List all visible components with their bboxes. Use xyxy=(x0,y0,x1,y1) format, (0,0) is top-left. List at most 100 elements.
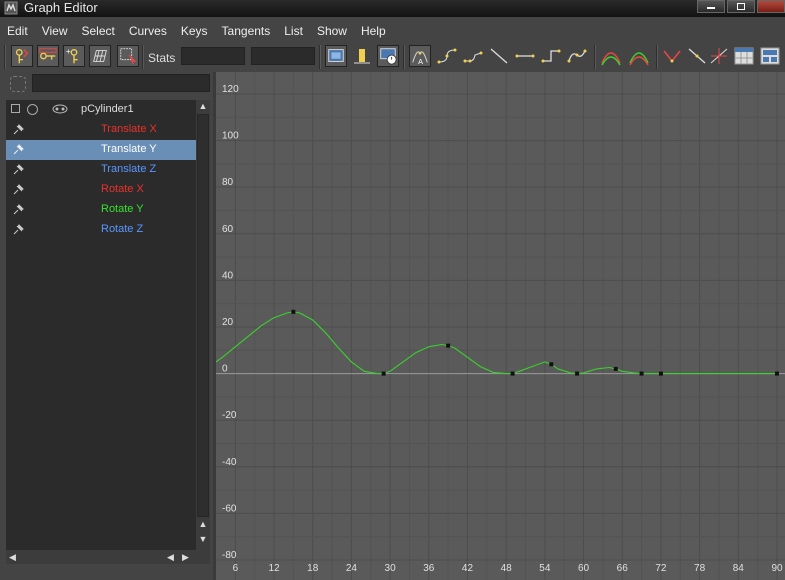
outliner-horizontal-scrollbar[interactable]: ◀ ◀ ▶ xyxy=(6,550,210,564)
title-bar: Graph Editor xyxy=(0,0,785,17)
insert-keys-tool-icon[interactable] xyxy=(37,45,59,67)
outliner-list: pCylinder1 Translate X Translate Y Trans… xyxy=(6,100,196,563)
pin-icon[interactable] xyxy=(12,163,25,176)
step-tangent-icon[interactable] xyxy=(540,45,562,67)
x-tick-label: 78 xyxy=(694,563,706,574)
stats-value-field[interactable] xyxy=(181,47,245,65)
keyframe[interactable] xyxy=(549,362,554,367)
menu-list[interactable]: List xyxy=(277,21,310,41)
keyframe[interactable] xyxy=(291,309,296,314)
scroll-down-icon[interactable]: ▼ xyxy=(196,533,210,546)
toolbar-grip xyxy=(4,45,6,69)
menu-select[interactable]: Select xyxy=(74,21,121,41)
y-tick-label: -20 xyxy=(222,410,237,421)
expand-icon[interactable] xyxy=(11,104,20,113)
channel-row-translate-z[interactable]: Translate Z xyxy=(6,160,196,180)
pin-icon[interactable] xyxy=(12,123,25,136)
x-tick-label: 60 xyxy=(578,563,590,574)
channel-row-rotate-z[interactable]: Rotate Z xyxy=(6,220,196,240)
stats-label: Stats xyxy=(148,51,176,65)
free-tangent-weight-icon[interactable] xyxy=(708,45,730,67)
trax-editor-icon[interactable] xyxy=(759,45,781,67)
keyframe[interactable] xyxy=(639,371,644,376)
menu-curves[interactable]: Curves xyxy=(122,21,174,41)
channel-row-translate-y[interactable]: Translate Y xyxy=(6,140,196,160)
plateau-tangent-icon[interactable] xyxy=(566,45,588,67)
auto-tangent-icon[interactable]: A xyxy=(409,45,431,67)
pin-icon[interactable] xyxy=(12,183,25,196)
menu-view[interactable]: View xyxy=(35,21,75,41)
flat-tangent-icon[interactable] xyxy=(514,45,536,67)
x-tick-label: 48 xyxy=(501,563,513,574)
keyframe[interactable] xyxy=(381,371,386,376)
add-keys-tool-icon[interactable]: + xyxy=(63,45,85,67)
menu-edit[interactable]: Edit xyxy=(0,21,35,41)
unify-tangents-icon[interactable] xyxy=(686,45,708,67)
frame-all-icon[interactable] xyxy=(325,45,347,67)
maximize-button[interactable] xyxy=(727,0,755,13)
keyframe[interactable] xyxy=(658,371,663,376)
frame-playback-range-icon[interactable] xyxy=(351,45,373,67)
toolbar-separator xyxy=(656,45,658,69)
dope-sheet-icon[interactable] xyxy=(733,45,755,67)
y-tick-label: 60 xyxy=(222,224,234,235)
filter-icon[interactable] xyxy=(10,76,26,92)
scroll-left-icon[interactable]: ◀ xyxy=(164,550,177,564)
y-tick-label: 120 xyxy=(222,84,239,95)
scroll-up-icon[interactable]: ▲ xyxy=(196,518,210,531)
linear-tangent-icon[interactable] xyxy=(488,45,510,67)
move-nearest-picked-key-tool-icon[interactable] xyxy=(11,45,33,67)
keyframe[interactable] xyxy=(510,371,515,376)
clamped-tangent-icon[interactable] xyxy=(462,45,484,67)
menu-keys[interactable]: Keys xyxy=(174,21,215,41)
y-tick-label: 0 xyxy=(222,364,228,375)
x-tick-label: 54 xyxy=(539,563,551,574)
toolbar-separator xyxy=(142,45,144,69)
break-tangents-icon[interactable] xyxy=(661,45,683,67)
graph-outliner: pCylinder1 Translate X Translate Y Trans… xyxy=(0,72,214,580)
scroll-thumb[interactable] xyxy=(197,114,209,517)
stats-time-field[interactable] xyxy=(251,47,315,65)
spline-tangent-icon[interactable] xyxy=(436,45,458,67)
y-tick-label: 20 xyxy=(222,317,234,328)
lattice-deform-keys-tool-icon[interactable] xyxy=(89,45,111,67)
x-tick-label: 18 xyxy=(307,563,319,574)
collapse-icon[interactable] xyxy=(27,104,38,115)
y-tick-label: 40 xyxy=(222,270,234,281)
scroll-left-icon[interactable]: ◀ xyxy=(6,550,19,564)
center-current-time-icon[interactable] xyxy=(377,45,399,67)
outliner-filter-field[interactable] xyxy=(32,74,210,92)
pin-icon[interactable] xyxy=(12,143,25,156)
swap-buffer-curves-icon[interactable] xyxy=(628,45,650,67)
close-button[interactable] xyxy=(757,0,785,13)
transform-node-icon xyxy=(52,104,68,114)
menu-help[interactable]: Help xyxy=(354,21,393,41)
menu-tangents[interactable]: Tangents xyxy=(215,21,278,41)
keyframe[interactable] xyxy=(613,366,618,371)
channel-row-rotate-y[interactable]: Rotate Y xyxy=(6,200,196,220)
x-tick-label: 24 xyxy=(346,563,358,574)
pin-icon[interactable] xyxy=(12,203,25,216)
graph-view[interactable]: 120 100 80 60 40 20 0 -20 -40 -60 -80 6 12 18 24 30 36 42… xyxy=(216,72,785,580)
keyframe[interactable] xyxy=(446,343,451,348)
minimize-button[interactable] xyxy=(697,0,725,13)
object-name: pCylinder1 xyxy=(81,103,134,115)
object-row-pcylinder1[interactable]: pCylinder1 xyxy=(6,100,196,120)
toolbar-separator xyxy=(594,45,596,69)
channel-row-translate-x[interactable]: Translate X xyxy=(6,120,196,140)
y-tick-label: 100 xyxy=(222,131,239,142)
channel-label: Rotate Z xyxy=(101,223,144,235)
channel-label: Translate X xyxy=(101,123,157,135)
outliner-vertical-scrollbar[interactable]: ▲ ▲ ▼ xyxy=(196,100,210,563)
y-tick-label: 80 xyxy=(222,177,234,188)
scroll-right-icon[interactable]: ▶ xyxy=(179,550,192,564)
keyframe[interactable] xyxy=(575,371,580,376)
buffer-curve-snapshot-icon[interactable] xyxy=(600,45,622,67)
keyframe[interactable] xyxy=(775,371,779,376)
region-select-tool-icon[interactable] xyxy=(117,45,139,67)
channel-row-rotate-x[interactable]: Rotate X xyxy=(6,180,196,200)
menu-show[interactable]: Show xyxy=(310,21,354,41)
pin-icon[interactable] xyxy=(12,223,25,236)
scroll-up-icon[interactable]: ▲ xyxy=(196,100,210,113)
maya-app-icon xyxy=(4,1,18,15)
